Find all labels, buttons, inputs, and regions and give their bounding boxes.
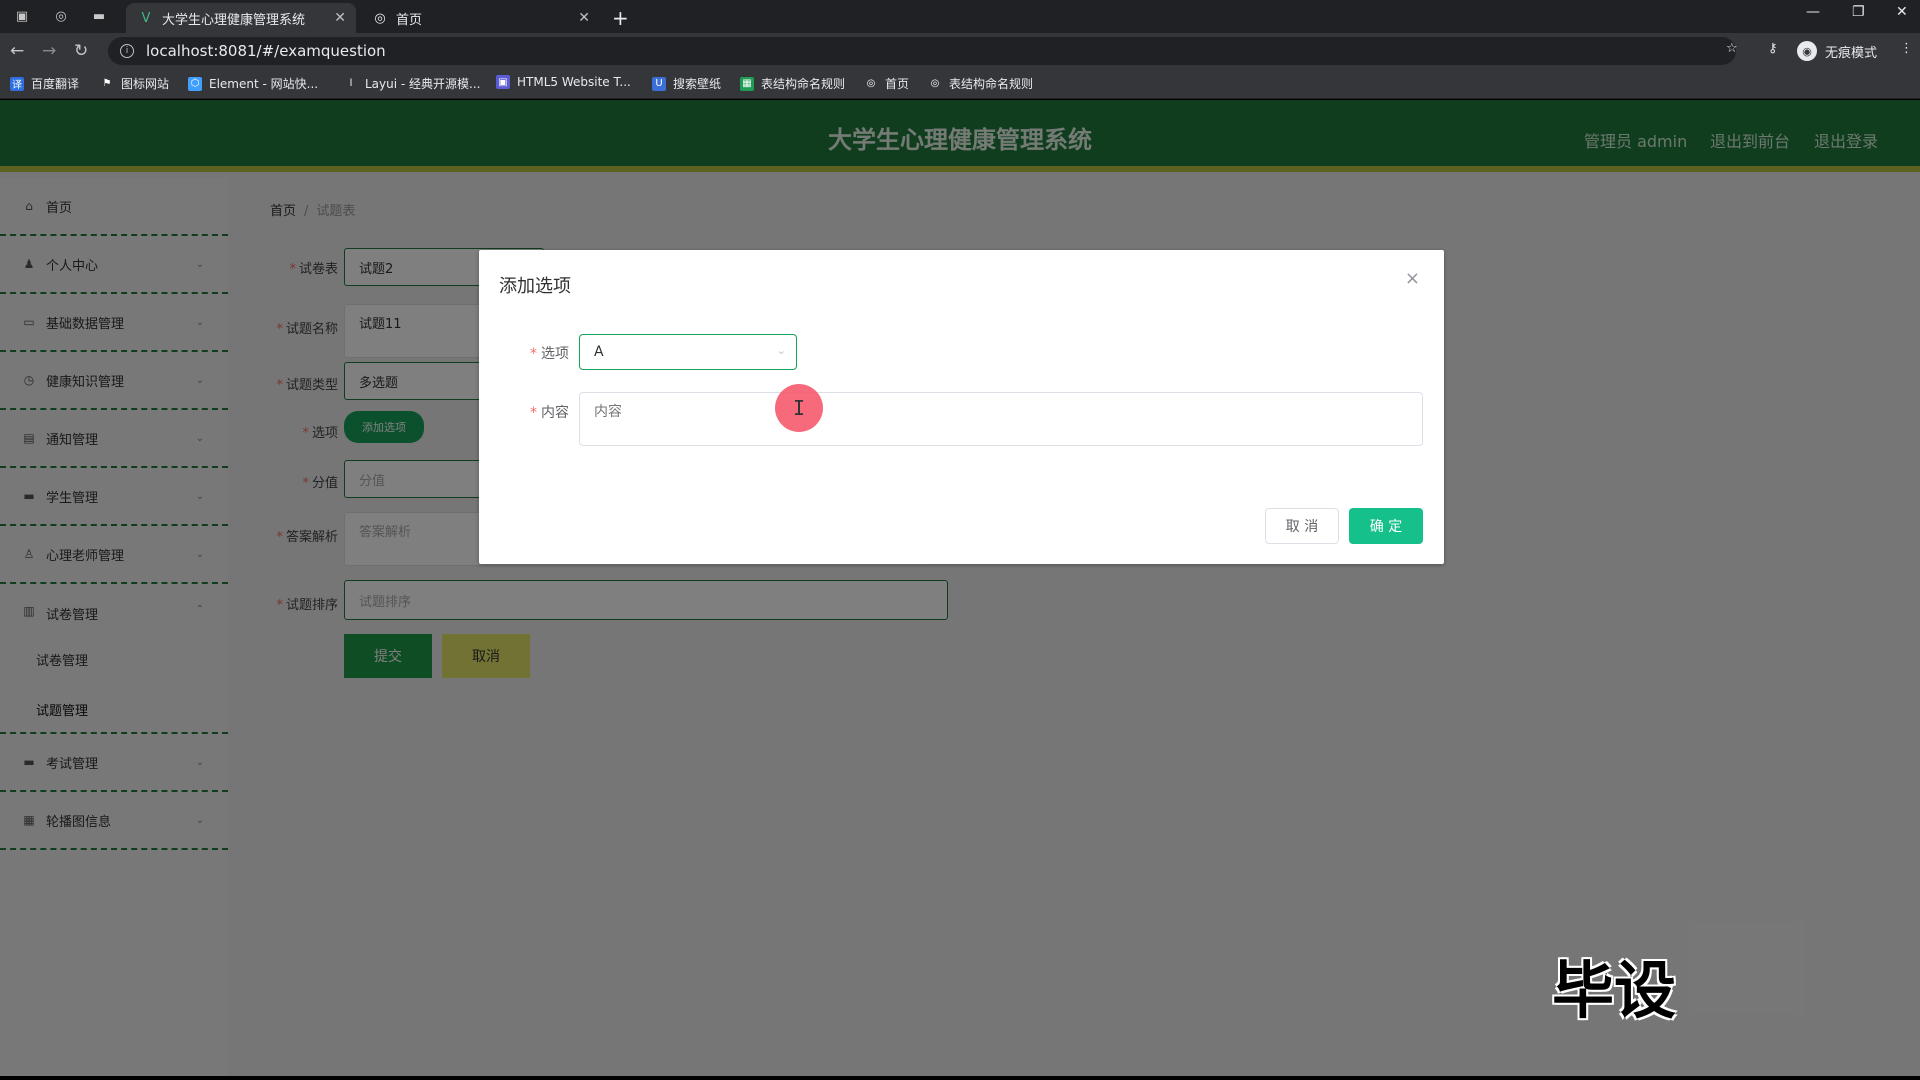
globe-icon: ◎ [930, 78, 940, 89]
close-icon[interactable]: × [1405, 268, 1420, 289]
close-window-icon[interactable]: ✕ [1896, 4, 1908, 20]
dialog-cancel-button[interactable]: 取 消 [1265, 508, 1339, 544]
html5-icon: ▣ [496, 75, 510, 89]
globe-icon[interactable]: ◎ [52, 7, 70, 25]
window-icon[interactable]: ▬ [90, 7, 108, 25]
dialog-content-textarea[interactable] [579, 392, 1423, 446]
bookmark-item[interactable]: l Layui - 经典开源模... [344, 75, 481, 92]
dialog-option-select[interactable]: A ⌄ [579, 334, 797, 370]
tab-home[interactable]: ◎ 首页 ✕ [360, 3, 600, 33]
text-cursor-icon: I [775, 384, 823, 432]
bookmarks-bar: 译百度翻译 ⚑ 图标网站 ⬡ Element - 网站快... l Layui - 经… [0, 69, 1920, 99]
add-option-dialog: 添加选项 × *选项 A ⌄ *内容 取 消 确 定 [479, 250, 1444, 564]
globe-icon: ◎ [374, 10, 386, 26]
layui-icon: l [349, 78, 353, 89]
bookmark-item[interactable]: ⬡ Element - 网站快... [188, 75, 318, 92]
tab-active[interactable]: V 大学生心理健康管理系统 ✕ [126, 3, 356, 33]
dialog-option-value: A [594, 344, 604, 360]
watermark-text: 毕设 [1552, 954, 1677, 1027]
bookmark-label: 图标网站 [121, 77, 170, 91]
dialog-confirm-button[interactable]: 确 定 [1349, 508, 1423, 544]
dialog-content-label: * 内容 [530, 405, 569, 421]
bookmark-label: 首页 [885, 77, 910, 91]
tab-label: 大学生心理健康管理系统 [162, 12, 306, 28]
back-icon[interactable]: ← [10, 41, 24, 61]
chevron-down-icon: ⌄ [776, 344, 786, 357]
bookmark-label: Element - 网站快... [209, 77, 319, 91]
blurred-region [1686, 920, 1806, 1016]
bookmark-item[interactable]: ◎ 首页 [864, 75, 909, 92]
calendar-icon[interactable]: ▣ [13, 7, 31, 25]
star-icon[interactable]: ☆ [1726, 41, 1738, 56]
restore-icon[interactable]: ❐ [1852, 4, 1865, 20]
bookmark-item[interactable]: ◎ 表结构命名规则 [928, 75, 1033, 92]
flag-icon: ⚑ [102, 78, 112, 89]
info-icon[interactable]: i [120, 44, 134, 58]
bookmark-label: Layui - 经典开源模... [365, 77, 481, 91]
key-icon[interactable]: ⚷ [1768, 41, 1778, 56]
wallpaper-icon: U [652, 76, 666, 91]
element-icon: ⬡ [188, 76, 202, 91]
minimize-icon[interactable]: — [1806, 4, 1820, 20]
bookmark-label: 搜索壁纸 [673, 77, 722, 91]
reload-icon[interactable]: ↻ [74, 41, 88, 61]
incognito-icon: ◉ [1797, 41, 1817, 61]
forward-icon[interactable]: → [42, 41, 56, 61]
browser-tab-bar: ▣ ◎ ▬ V 大学生心理健康管理系统 ✕ ◎ 首页 ✕ + — ❐ ✕ [0, 0, 1920, 33]
dialog-option-label: * 选项 [530, 346, 569, 362]
bookmark-item[interactable]: ⚑ 图标网站 [100, 75, 170, 92]
address-bar-row: ← → ↻ i localhost:8081/#/examquestion ☆ … [0, 33, 1920, 69]
dialog-title: 添加选项 [499, 276, 571, 297]
incognito-indicator[interactable]: ◉ 无痕模式 [1797, 41, 1877, 61]
modal-overlay[interactable] [0, 100, 1920, 1076]
bookmark-label: 表结构命名规则 [949, 77, 1034, 91]
url-text: localhost:8081/#/examquestion [146, 42, 386, 60]
new-tab-button[interactable]: + [612, 6, 629, 30]
translate-icon: 译 [10, 76, 24, 91]
bookmark-item[interactable]: U 搜索壁纸 [652, 75, 721, 92]
app-viewport: 大学生心理健康管理系统 管理员 admin 退出到前台 退出登录 ⌂首页 ♟个人… [0, 100, 1920, 1076]
globe-icon: ◎ [866, 78, 876, 89]
tab-label: 首页 [396, 12, 423, 28]
close-tab-icon[interactable]: ✕ [334, 10, 346, 26]
bookmark-label: 表结构命名规则 [761, 77, 846, 91]
bookmark-label: HTML5 Website T... [517, 75, 631, 89]
table-icon: ▦ [740, 76, 754, 91]
incognito-label: 无痕模式 [1825, 45, 1878, 61]
bookmark-item[interactable]: ▣ HTML5 Website T... [496, 75, 631, 89]
bookmark-item[interactable]: ▦ 表结构命名规则 [740, 75, 845, 92]
bookmark-item[interactable]: 译百度翻译 [10, 75, 79, 92]
menu-icon[interactable]: ⋮ [1900, 41, 1913, 56]
url-bar[interactable]: i localhost:8081/#/examquestion [108, 37, 1736, 65]
bookmark-label: 百度翻译 [31, 77, 80, 91]
vue-icon: V [141, 10, 151, 26]
close-tab-icon[interactable]: ✕ [578, 10, 590, 26]
